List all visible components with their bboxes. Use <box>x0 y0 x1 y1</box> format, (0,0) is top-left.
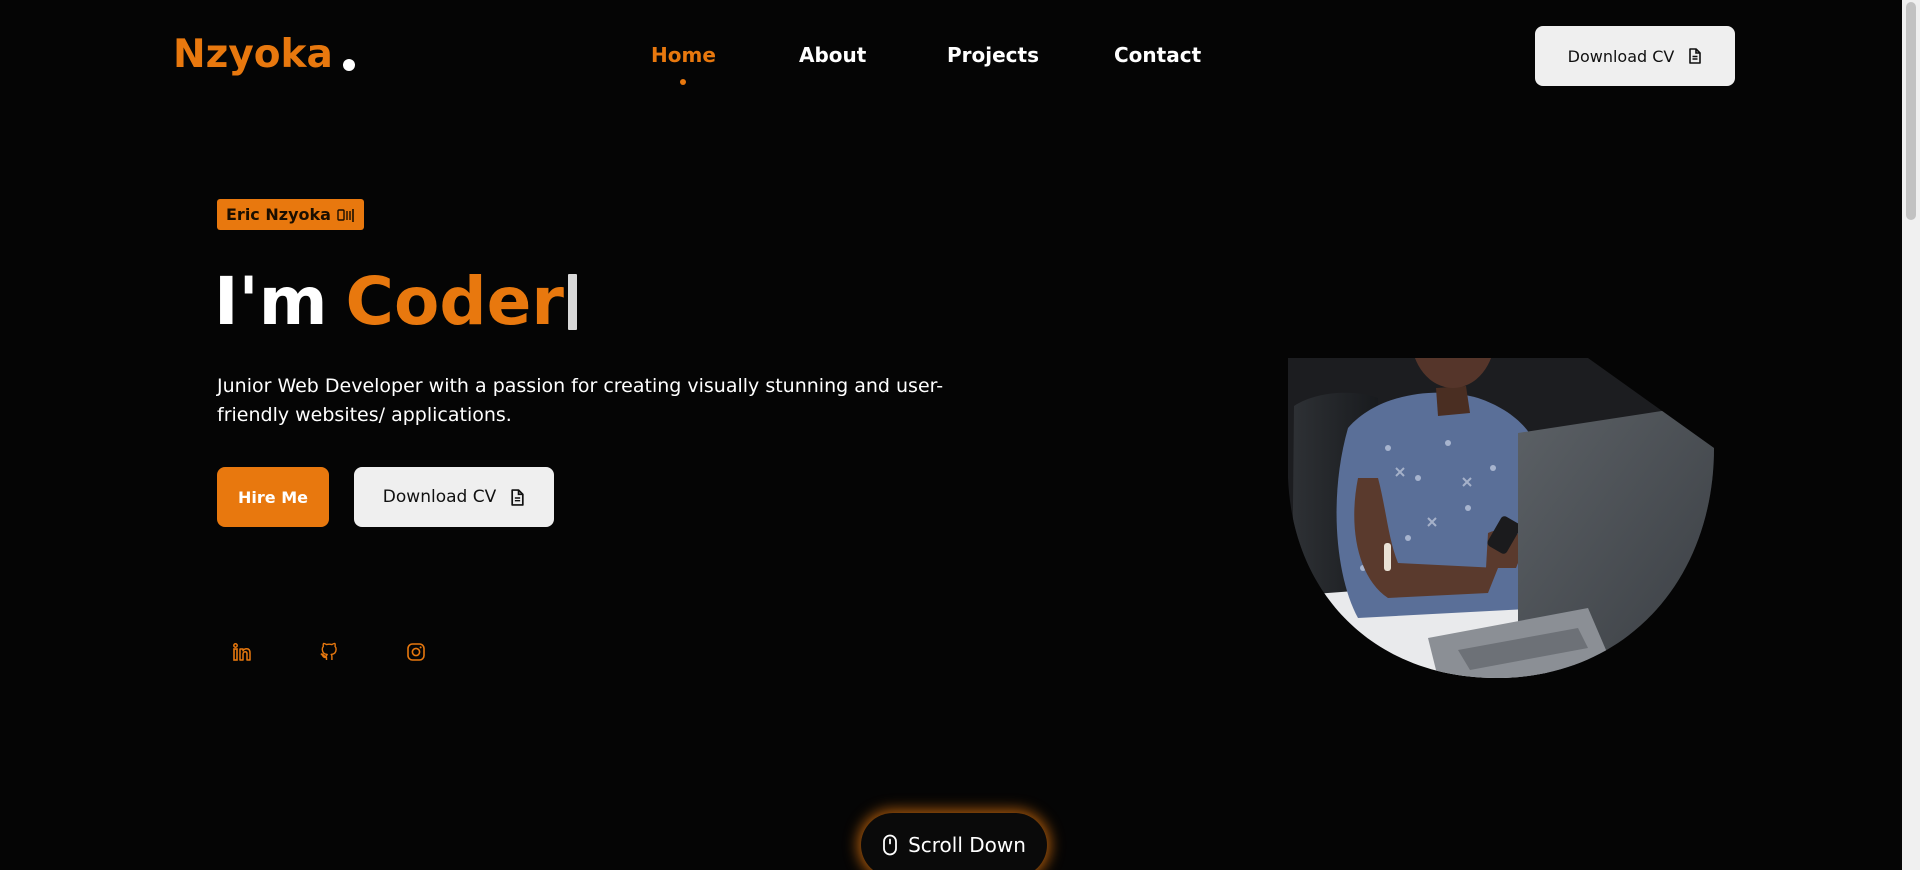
hero-title-prefix: I'm <box>214 263 328 340</box>
scroll-down-label: Scroll Down <box>908 833 1026 857</box>
nav-item-about[interactable]: About <box>799 43 866 67</box>
nav-item-label: Contact <box>1114 43 1202 67</box>
mouse-icon <box>882 834 898 856</box>
name-badge: Eric Nzyoka <box>217 199 364 230</box>
document-icon <box>510 488 525 506</box>
nav-item-label: Projects <box>947 43 1040 67</box>
portfolio-page: Nzyoka Home About Projects Contact Downl… <box>0 0 1920 870</box>
nav-item-label: About <box>799 43 867 67</box>
download-cv-label: Download CV <box>382 487 497 507</box>
nav-item-contact[interactable]: Contact <box>1114 43 1201 67</box>
scrollbar-thumb[interactable] <box>1906 2 1916 220</box>
nav-item-projects[interactable]: Projects <box>947 43 1039 67</box>
download-cv-label: Download CV <box>1567 46 1675 66</box>
profile-photo <box>1288 358 1714 678</box>
hero-title: I'm Coder <box>214 262 577 342</box>
hero-download-cv-button[interactable]: Download CV <box>354 467 554 527</box>
instagram-icon[interactable] <box>404 640 428 664</box>
name-badge-text: Eric Nzyoka <box>226 205 331 224</box>
github-icon[interactable] <box>317 640 341 664</box>
document-icon <box>1688 48 1702 64</box>
typing-cursor <box>567 274 577 330</box>
scroll-down-button[interactable]: Scroll Down <box>861 813 1047 870</box>
nav-item-label: Home <box>651 43 716 67</box>
hire-me-label: Hire Me <box>238 487 308 507</box>
nav-item-home[interactable]: Home <box>651 43 716 85</box>
hire-me-button[interactable]: Hire Me <box>217 467 329 527</box>
header-download-cv-button[interactable]: Download CV <box>1535 26 1735 86</box>
active-indicator-dot <box>680 79 687 85</box>
hero-title-typed: Coder <box>345 263 564 340</box>
wave-emoji-icon <box>337 207 355 223</box>
linkedin-icon[interactable] <box>230 640 254 664</box>
page-scrollbar[interactable] <box>1902 0 1920 870</box>
hero-description: Junior Web Developer with a passion for … <box>217 375 944 426</box>
